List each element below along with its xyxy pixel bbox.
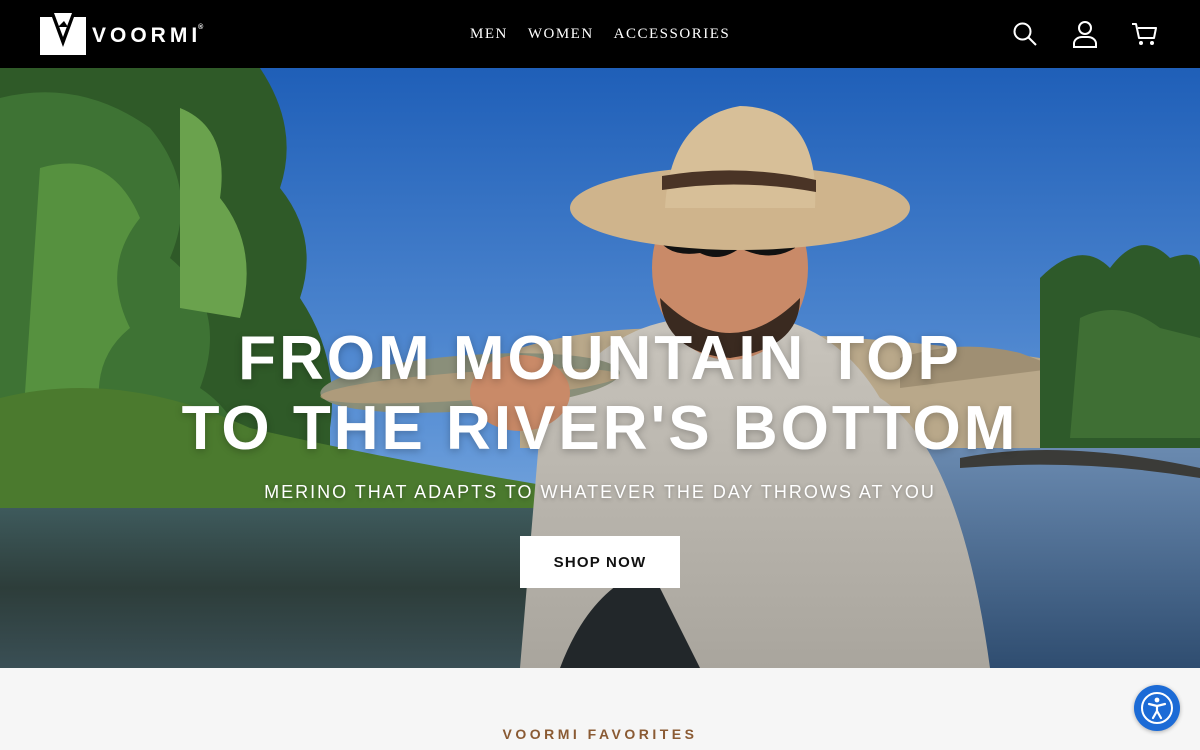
main-nav: MEN WOMEN ACCESSORIES	[470, 0, 730, 68]
header-actions	[1010, 0, 1160, 68]
hero-title-line-2: TO THE RIVER'S BOTTOM	[181, 394, 1019, 463]
section-heading: VOORMI FAVORITES	[502, 726, 698, 742]
hero-title-line-1: FROM MOUNTAIN TOP	[238, 324, 962, 393]
accessibility-icon	[1141, 692, 1173, 724]
nav-men[interactable]: MEN	[470, 22, 508, 47]
accessibility-button[interactable]	[1134, 685, 1180, 731]
search-icon[interactable]	[1010, 19, 1040, 49]
account-icon[interactable]	[1070, 19, 1100, 49]
site-header: VOORMI® MEN WOMEN ACCESSORIES	[0, 0, 1200, 68]
brand-name: VOORMI®	[92, 23, 204, 47]
hero-subtitle: MERINO THAT ADAPTS TO WHATEVER THE DAY T…	[264, 482, 936, 502]
cart-icon[interactable]	[1130, 19, 1160, 49]
nav-women[interactable]: WOMEN	[528, 22, 594, 47]
brand-logo[interactable]: VOORMI®	[40, 13, 230, 55]
favorites-section: VOORMI FAVORITES	[0, 668, 1200, 750]
nav-accessories[interactable]: ACCESSORIES	[614, 22, 731, 47]
mountain-logo-icon	[40, 13, 86, 55]
hero-title: FROM MOUNTAIN TOP TO THE RIVER'S BOTTOM	[0, 324, 1200, 464]
shop-now-button[interactable]: SHOP NOW	[520, 536, 680, 588]
hero-banner: FROM MOUNTAIN TOP TO THE RIVER'S BOTTOM …	[0, 68, 1200, 668]
